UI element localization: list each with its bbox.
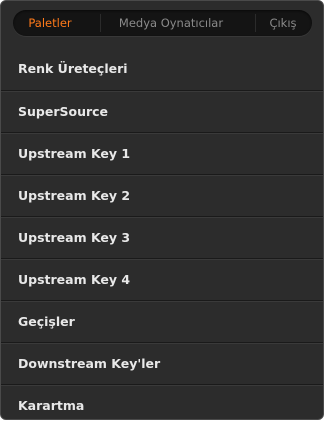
palette-item-label: Downstream Key'ler <box>18 356 161 371</box>
palette-item-label: Upstream Key 4 <box>18 272 131 287</box>
palette-item-label: Upstream Key 3 <box>18 230 131 245</box>
palette-item-karartma[interactable]: Karartma <box>1 384 323 419</box>
palette-item-label: Upstream Key 2 <box>18 188 131 203</box>
palette-item-upstream-key-4[interactable]: Upstream Key 4 <box>1 258 323 300</box>
palette-list: Renk Üreteçleri SuperSource Upstream Key… <box>1 48 323 419</box>
palette-item-upstream-key-2[interactable]: Upstream Key 2 <box>1 174 323 216</box>
palette-item-upstream-key-3[interactable]: Upstream Key 3 <box>1 216 323 258</box>
tab-bar: Paletler Medya Oynatıcılar Çıkış <box>13 10 312 36</box>
palette-item-label: Renk Üreteçleri <box>18 61 128 76</box>
palette-item-label: Upstream Key 1 <box>18 146 131 161</box>
tab-cikis[interactable]: Çıkış <box>256 10 310 36</box>
palette-item-supersource[interactable]: SuperSource <box>1 90 323 132</box>
tab-medya-oynaticilar[interactable]: Medya Oynatıcılar <box>101 10 241 36</box>
palettes-panel: Paletler Medya Oynatıcılar Çıkış Renk Ür… <box>0 0 324 420</box>
palette-item-gecisler[interactable]: Geçişler <box>1 300 323 342</box>
palette-item-upstream-key-1[interactable]: Upstream Key 1 <box>1 132 323 174</box>
palette-item-label: Karartma <box>18 398 85 413</box>
palette-item-label: SuperSource <box>18 104 109 119</box>
palette-item-label: Geçişler <box>18 314 75 329</box>
tab-paletler[interactable]: Paletler <box>19 10 81 36</box>
palette-item-renk-ureteclari[interactable]: Renk Üreteçleri <box>1 48 323 90</box>
palette-item-downstream-keyler[interactable]: Downstream Key'ler <box>1 342 323 384</box>
